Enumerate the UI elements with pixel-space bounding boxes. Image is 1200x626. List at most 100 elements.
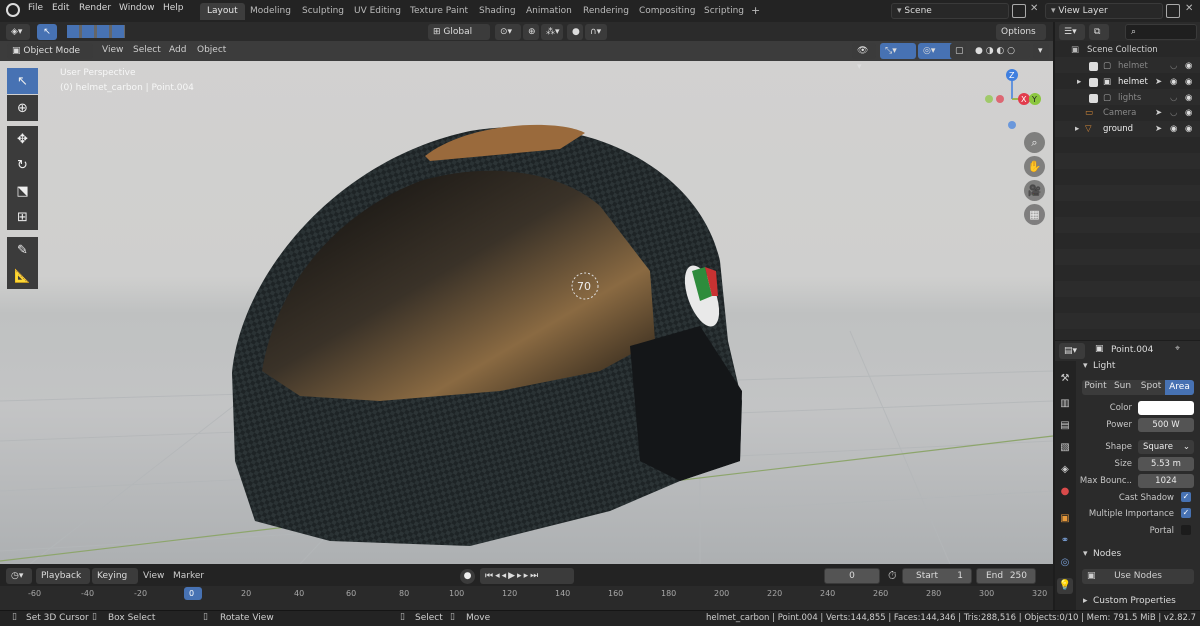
menu-window[interactable]: Window bbox=[119, 3, 155, 13]
constraints-tab-icon[interactable]: ⚭ bbox=[1057, 533, 1073, 549]
render-camera-icon[interactable]: ◉ bbox=[1185, 58, 1192, 74]
add-workspace-icon[interactable]: + bbox=[751, 4, 760, 17]
outliner-item-lights[interactable]: ▢ lights ◡ ◉ bbox=[1055, 90, 1200, 106]
light-type-area[interactable]: Area bbox=[1165, 380, 1194, 395]
snap-target-dropdown[interactable]: ⁂▾ bbox=[541, 24, 563, 40]
playback-controls[interactable]: ⏮◂◂▶▸▸⏭ bbox=[480, 568, 574, 584]
object-mode-dropdown[interactable]: ▣ Object Mode bbox=[7, 43, 93, 59]
cursor-tool[interactable]: ⊕ bbox=[7, 95, 38, 121]
use-nodes-button[interactable]: ▣ Use Nodes bbox=[1082, 569, 1194, 584]
outliner-item-ground[interactable]: ▸ ▽ ground ➤ ◉ ◉ bbox=[1055, 121, 1200, 137]
remove-scene-icon[interactable]: ✕ bbox=[1030, 3, 1038, 14]
eye-icon[interactable]: ◡ bbox=[1170, 90, 1177, 106]
light-data-tab-icon[interactable]: 💡 bbox=[1057, 578, 1073, 594]
stopwatch-icon[interactable]: ⏱ bbox=[888, 569, 897, 583]
tab-uv-editing[interactable]: UV Editing bbox=[347, 3, 408, 20]
transform-orientation-dropdown[interactable]: ⊞ Global bbox=[428, 24, 490, 40]
tab-shading[interactable]: Shading bbox=[472, 3, 523, 20]
checkbox-icon[interactable] bbox=[1089, 94, 1098, 103]
tab-rendering[interactable]: Rendering bbox=[576, 3, 636, 20]
start-frame-field[interactable]: Start 1 bbox=[902, 568, 972, 584]
copy-scene-icon[interactable] bbox=[1012, 4, 1026, 18]
options-dropdown[interactable]: Options bbox=[996, 24, 1046, 40]
shading-options-dropdown[interactable]: ▾ bbox=[1033, 43, 1049, 59]
tab-animation[interactable]: Animation bbox=[519, 3, 579, 20]
tab-scripting[interactable]: Scripting bbox=[697, 3, 751, 20]
tab-texture-paint[interactable]: Texture Paint bbox=[403, 3, 475, 20]
eye-icon[interactable]: ◉ bbox=[1170, 121, 1177, 137]
nodes-panel-toggle[interactable]: ▾ bbox=[1083, 549, 1088, 559]
outliner-item-helmet-1[interactable]: ▢ helmet ◡ ◉ bbox=[1055, 58, 1200, 74]
physics-tab-icon[interactable]: ◎ bbox=[1057, 555, 1073, 571]
multiple-importance-checkbox[interactable]: ✓ bbox=[1181, 508, 1191, 518]
pan-hand-icon[interactable]: ✋ bbox=[1024, 156, 1045, 177]
zoom-icon[interactable]: ⌕ bbox=[1024, 132, 1045, 153]
render-tab-icon[interactable]: ▥ bbox=[1057, 396, 1073, 412]
shape-dropdown[interactable]: Square ⌄ bbox=[1138, 440, 1194, 454]
camera-view-icon[interactable]: 🎥 bbox=[1024, 180, 1045, 201]
render-camera-icon[interactable]: ◉ bbox=[1185, 105, 1192, 121]
ortho-grid-icon[interactable]: ▦ bbox=[1024, 204, 1045, 225]
tab-compositing[interactable]: Compositing bbox=[632, 3, 702, 20]
menu-view[interactable]: View bbox=[102, 45, 123, 55]
outliner-editor-type[interactable]: ☰▾ bbox=[1059, 24, 1085, 40]
menu-file[interactable]: File bbox=[28, 3, 43, 13]
view-layer-selector[interactable]: ▾ View Layer bbox=[1045, 3, 1163, 19]
cast-shadow-checkbox[interactable]: ✓ bbox=[1181, 492, 1191, 502]
current-frame-field[interactable]: 0 bbox=[824, 568, 880, 584]
annotate-tool[interactable]: ✎ bbox=[7, 237, 38, 263]
tab-modeling[interactable]: Modeling bbox=[243, 3, 298, 20]
light-color-field[interactable] bbox=[1138, 401, 1194, 415]
navigation-gizmo[interactable]: Z X Y bbox=[985, 69, 1041, 129]
select-mode-icons[interactable] bbox=[67, 25, 125, 38]
outliner-filter-icon[interactable]: ⧉ bbox=[1089, 24, 1109, 40]
select-arrow-icon[interactable]: ➤ bbox=[1155, 105, 1162, 121]
rotate-tool[interactable]: ↻ bbox=[7, 152, 38, 178]
menu-render[interactable]: Render bbox=[79, 3, 111, 13]
timeline-ruler[interactable] bbox=[0, 586, 1053, 610]
playback-dropdown[interactable]: Playback ▾ bbox=[36, 568, 90, 597]
measure-tool[interactable]: 📐 bbox=[7, 263, 38, 289]
render-camera-icon[interactable]: ◉ bbox=[1185, 121, 1192, 137]
gizmo-toggle-icon[interactable]: ⤡▾ bbox=[880, 43, 916, 59]
overlay-toggle-icon[interactable]: ◎▾ bbox=[918, 43, 954, 59]
tool-tab-icon[interactable]: ⚒ bbox=[1057, 371, 1073, 387]
power-field[interactable]: 500 W bbox=[1138, 418, 1194, 432]
proportional-edit-icon[interactable]: ● bbox=[567, 24, 583, 40]
portal-checkbox[interactable] bbox=[1181, 525, 1191, 535]
xray-icon[interactable]: ▢ bbox=[950, 43, 966, 59]
menu-add[interactable]: Add bbox=[169, 45, 186, 55]
tab-layout[interactable]: Layout bbox=[200, 3, 245, 20]
light-type-point[interactable]: Point bbox=[1082, 381, 1109, 391]
scale-tool[interactable]: ⬔ bbox=[7, 178, 38, 204]
outliner-item-camera[interactable]: ▭ Camera ➤ ◡ ◉ bbox=[1055, 105, 1200, 121]
custom-props-toggle[interactable]: ▸ bbox=[1083, 596, 1088, 606]
menu-help[interactable]: Help bbox=[163, 3, 184, 13]
outliner-item-helmet-2[interactable]: ▸ ▣ helmet ➤ ◉ ◉ bbox=[1055, 74, 1200, 90]
checkbox-icon[interactable] bbox=[1089, 62, 1098, 71]
size-field[interactable]: 5.53 m bbox=[1138, 457, 1194, 471]
render-camera-icon[interactable]: ◉ bbox=[1185, 74, 1192, 90]
blender-logo-icon[interactable] bbox=[6, 3, 20, 17]
light-type-spot[interactable]: Spot bbox=[1137, 381, 1165, 391]
3d-viewport[interactable]: 70 Z X Y User Perspective (0) helmet_car… bbox=[0, 41, 1053, 564]
eye-icon[interactable]: ◡ bbox=[1170, 105, 1177, 121]
shading-mode-icons[interactable]: ● ◑ ◐ ○ bbox=[970, 43, 1030, 59]
visibility-dropdown[interactable]: 👁▾ bbox=[852, 43, 876, 72]
menu-edit[interactable]: Edit bbox=[52, 3, 69, 13]
light-panel-toggle[interactable]: ▾ bbox=[1083, 361, 1088, 371]
view-layer-tab-icon[interactable]: ▧ bbox=[1057, 440, 1073, 456]
outliner-scene-collection[interactable]: ▣ Scene Collection bbox=[1055, 42, 1200, 58]
end-frame-field[interactable]: End 250 bbox=[976, 568, 1036, 584]
output-tab-icon[interactable]: ▤ bbox=[1057, 418, 1073, 434]
select-box-tool[interactable]: ↖ bbox=[7, 68, 38, 94]
select-tool-icon[interactable]: ↖ bbox=[37, 24, 57, 40]
pin-icon[interactable]: ⌖ bbox=[1175, 344, 1180, 354]
menu-select[interactable]: Select bbox=[133, 45, 161, 55]
timeline-menu-view[interactable]: View bbox=[143, 571, 164, 581]
falloff-dropdown[interactable]: ∩▾ bbox=[585, 24, 607, 40]
remove-view-layer-icon[interactable]: ✕ bbox=[1185, 3, 1193, 14]
checkbox-icon[interactable] bbox=[1089, 78, 1098, 87]
expand-icon[interactable]: ▸ bbox=[1075, 121, 1079, 137]
eye-icon[interactable]: ◡ bbox=[1170, 58, 1177, 74]
